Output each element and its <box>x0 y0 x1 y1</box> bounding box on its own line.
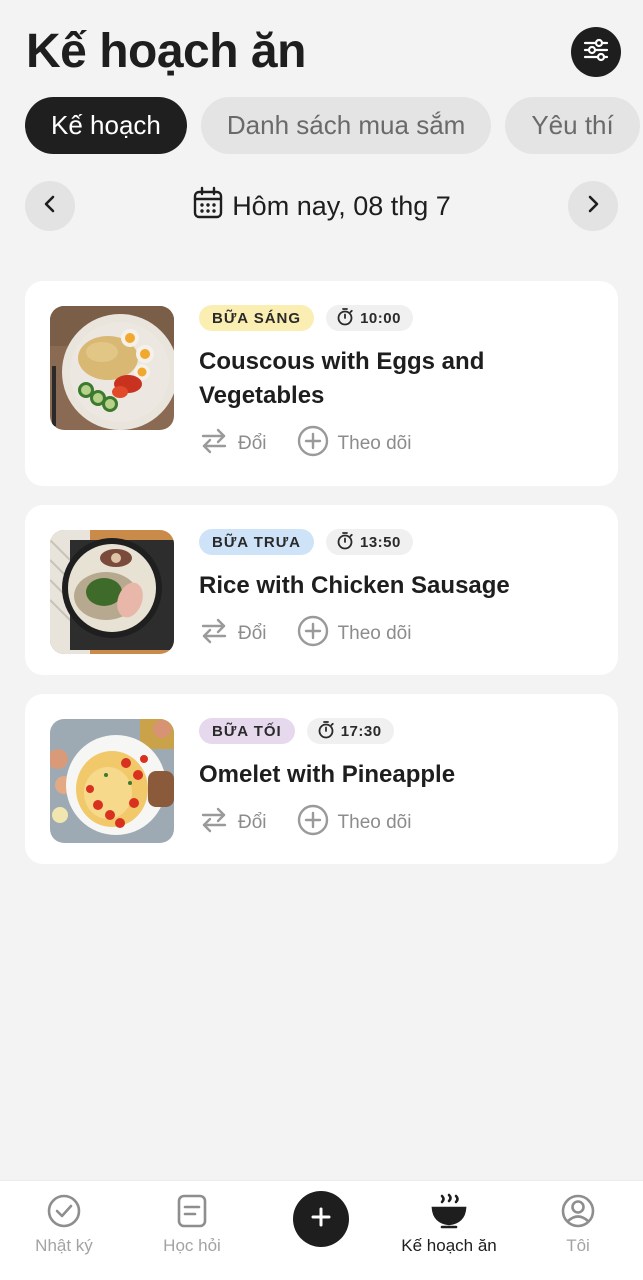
user-circle-icon <box>558 1191 598 1231</box>
date-label: Hôm nay, 08 thg 7 <box>232 191 451 221</box>
nav-item-me[interactable]: Tôi <box>514 1181 642 1280</box>
swap-icon <box>199 616 229 652</box>
next-day-button[interactable] <box>568 181 618 231</box>
meal-image <box>50 530 174 654</box>
swap-meal-button[interactable]: Đổi <box>199 616 267 652</box>
stopwatch-icon <box>317 720 335 743</box>
chevron-right-icon <box>583 194 603 219</box>
stopwatch-icon <box>336 307 354 330</box>
nav-label: Tôi <box>566 1236 590 1255</box>
plus-icon <box>310 1206 332 1233</box>
check-circle-icon <box>44 1191 84 1231</box>
meal-type-badge: BỮA TRƯA <box>199 529 314 555</box>
track-meal-button[interactable]: Theo dõi <box>297 425 412 463</box>
meal-title[interactable]: Couscous with Eggs and Vegetables <box>199 345 598 413</box>
tab-favorites[interactable]: Yêu thí <box>505 97 640 154</box>
plus-circle-icon <box>297 804 329 842</box>
plus-circle-icon <box>297 425 329 463</box>
track-label: Theo dõi <box>337 812 412 833</box>
meal-type-badge: BỮA TỐI <box>199 718 295 744</box>
meal-card-breakfast[interactable]: BỮA SÁNG 10:00 Couscous with Eggs and Ve… <box>25 281 618 486</box>
nav-item-learn[interactable]: Học hỏi <box>128 1181 256 1280</box>
swap-label: Đổi <box>238 623 267 644</box>
filter-button[interactable] <box>571 27 621 77</box>
swap-meal-button[interactable]: Đổi <box>199 426 267 462</box>
meal-time-badge: 17:30 <box>306 718 394 744</box>
stopwatch-icon <box>336 531 354 554</box>
bowl-icon <box>429 1191 469 1231</box>
meal-title[interactable]: Rice with Chicken Sausage <box>199 569 598 603</box>
calendar-icon <box>192 186 224 227</box>
nav-label: Học hỏi <box>163 1236 221 1255</box>
note-icon <box>172 1191 212 1231</box>
nav-label: Nhật ký <box>35 1236 93 1255</box>
sliders-icon <box>581 35 611 70</box>
swap-label: Đổi <box>238 812 267 833</box>
swap-label: Đổi <box>238 433 267 454</box>
header: Kế hoạch ăn <box>0 0 643 90</box>
page-title: Kế hoạch ăn <box>26 25 306 78</box>
meal-image <box>50 306 174 430</box>
meal-type-badge: BỮA SÁNG <box>199 305 315 331</box>
date-navigator: Hôm nay, 08 thg 7 <box>25 181 618 232</box>
bottom-navigation: Nhật ký Học hỏi Kế hoạch ăn Tôi <box>0 1180 643 1280</box>
track-meal-button[interactable]: Theo dõi <box>297 804 412 842</box>
date-display[interactable]: Hôm nay, 08 thg 7 <box>25 181 618 232</box>
tab-shopping-list[interactable]: Danh sách mua sắm <box>200 97 492 154</box>
track-label: Theo dõi <box>337 433 412 454</box>
tab-bar: Kế hoạch Danh sách mua sắm Yêu thí <box>25 97 640 154</box>
meal-time: 10:00 <box>360 309 401 327</box>
meal-time: 13:50 <box>360 533 401 551</box>
meal-time-badge: 13:50 <box>326 529 413 555</box>
tab-plan[interactable]: Kế hoạch <box>25 97 187 154</box>
nav-item-diary[interactable]: Nhật ký <box>0 1181 128 1280</box>
swap-icon <box>199 426 229 462</box>
add-button[interactable] <box>293 1191 349 1247</box>
swap-meal-button[interactable]: Đổi <box>199 805 267 841</box>
nav-label: Kế hoạch ăn <box>401 1236 497 1255</box>
track-meal-button[interactable]: Theo dõi <box>297 615 412 653</box>
meal-card-dinner[interactable]: BỮA TỐI 17:30 Omelet with Pineapple Đổi <box>25 694 618 864</box>
meal-time-badge: 10:00 <box>326 305 413 331</box>
plus-circle-icon <box>297 615 329 653</box>
track-label: Theo dõi <box>337 623 412 644</box>
meal-title[interactable]: Omelet with Pineapple <box>199 758 598 792</box>
nav-item-meal-plan[interactable]: Kế hoạch ăn <box>385 1181 513 1280</box>
meal-image <box>50 719 174 843</box>
swap-icon <box>199 805 229 841</box>
meal-card-lunch[interactable]: BỮA TRƯA 13:50 Rice with Chicken Sausage… <box>25 505 618 675</box>
meal-time: 17:30 <box>340 722 382 740</box>
